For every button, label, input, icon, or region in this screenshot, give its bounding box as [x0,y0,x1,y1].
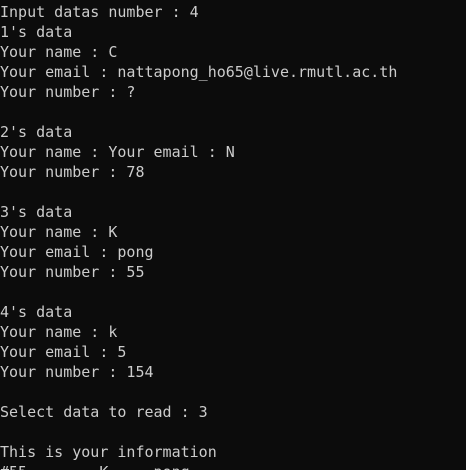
console-line-record-4-header: 4's data [0,303,73,321]
console-line-select-prompt: Select data to read : 3 [0,403,208,421]
console-line-record-1-name: Your name : C [0,43,118,61]
console-line-record-1-number: Your number : ? [0,83,136,101]
console-line-record-1-email: Your email : nattapong_ho65@live.rmutl.a… [0,63,398,81]
console-line-record-1-header: 1's data [0,23,73,41]
console-line-record-2-name-email: Your name : Your email : N [0,143,235,161]
console-line-info-row: #55 K pong [0,462,466,470]
console-window[interactable]: Input datas number : 4 1's data Your nam… [0,2,466,470]
console-line-record-2-header: 2's data [0,123,73,141]
console-line-record-4-name: Your name : k [0,323,118,341]
console-line-record-2-number: Your number : 78 [0,163,145,181]
console-line-record-3-header: 3's data [0,203,73,221]
console-line-record-3-email: Your email : pong [0,243,154,261]
console-line-record-3-number: Your number : 55 [0,263,145,281]
console-line-input-count: Input datas number : 4 [0,3,199,21]
console-line-record-3-name: Your name : K [0,223,118,241]
console-line-record-4-email: Your email : 5 [0,343,127,361]
console-line-info-header: This is your information [0,443,217,461]
console-line-record-4-number: Your number : 154 [0,363,154,381]
